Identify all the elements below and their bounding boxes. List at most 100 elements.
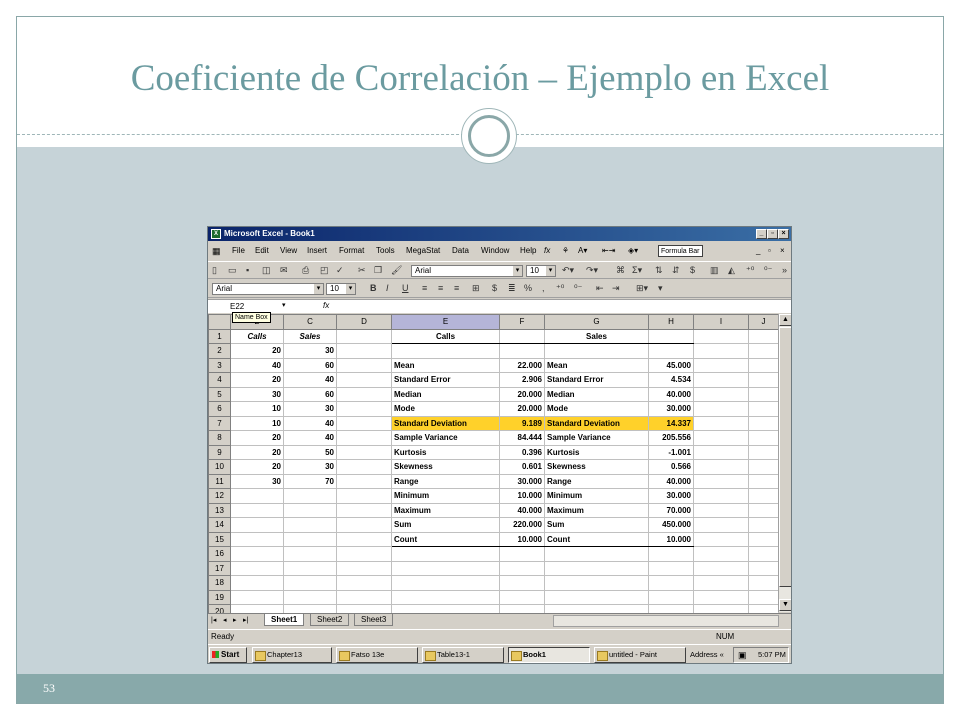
cell[interactable] (336, 386, 392, 402)
cell[interactable] (693, 401, 749, 417)
formula-bar-button[interactable]: Formula Bar (658, 245, 703, 257)
cell[interactable]: Standard Deviation (391, 415, 500, 431)
row-header[interactable]: 7 (208, 415, 231, 431)
cell[interactable] (693, 415, 749, 431)
cell[interactable] (283, 488, 337, 504)
name-box-dropdown-icon[interactable]: ▾ (282, 301, 286, 309)
cell[interactable] (336, 575, 392, 591)
task-book1[interactable]: Book1 (508, 647, 590, 663)
doc-minimize-icon[interactable]: _ (756, 243, 760, 259)
cell[interactable]: Sales (283, 328, 337, 344)
doc-restore-icon[interactable]: ▫ (768, 243, 771, 259)
cell[interactable]: 10 (230, 401, 284, 417)
function-icon[interactable]: fx (544, 243, 550, 259)
cell[interactable] (693, 444, 749, 460)
cell[interactable]: 10 (230, 415, 284, 431)
cell[interactable] (336, 343, 392, 359)
cell[interactable] (648, 589, 694, 605)
underline-icon[interactable]: U (402, 283, 409, 293)
cell[interactable] (693, 430, 749, 446)
cell[interactable]: 40 (283, 415, 337, 431)
open-icon[interactable]: ▭ (228, 265, 237, 276)
cell[interactable]: 9.189 (499, 415, 545, 431)
redo-icon[interactable]: ↷▾ (586, 265, 598, 276)
menu-edit[interactable]: Edit (255, 243, 269, 259)
row-header[interactable]: 9 (208, 444, 231, 460)
menu-view[interactable]: View (280, 243, 297, 259)
cell[interactable] (283, 502, 337, 518)
address-chevron[interactable]: « (720, 650, 724, 659)
cell[interactable] (230, 560, 284, 576)
print-icon[interactable]: ⎙ (302, 265, 309, 276)
cell[interactable]: Skewness (544, 459, 649, 475)
decrease-decimal-icon[interactable]: ⁰⁻ (764, 265, 772, 276)
cell[interactable] (283, 589, 337, 605)
task-table13-1[interactable]: Table13-1 (422, 647, 504, 663)
cell[interactable]: 40.000 (499, 502, 545, 518)
cell[interactable] (748, 531, 779, 547)
cell[interactable]: 40 (283, 372, 337, 388)
euro-icon[interactable]: ≣ (508, 283, 516, 294)
horizontal-scrollbar[interactable] (553, 615, 779, 627)
cell[interactable]: Kurtosis (544, 444, 649, 460)
borders-icon[interactable]: ⊞▾ (636, 283, 648, 294)
cell[interactable] (693, 488, 749, 504)
cell[interactable]: 40.000 (648, 386, 694, 402)
cell[interactable]: Skewness (391, 459, 500, 475)
cell[interactable]: 70 (283, 473, 337, 489)
cell[interactable] (748, 473, 779, 489)
cell[interactable] (544, 343, 649, 359)
autosum-icon[interactable]: Σ▾ (632, 265, 642, 276)
indent-icon[interactable]: ⇤⇥ (602, 243, 615, 259)
cell[interactable] (336, 589, 392, 605)
cell[interactable] (544, 560, 649, 576)
currency-style-icon[interactable]: $ (492, 283, 497, 293)
cell[interactable]: Minimum (544, 488, 649, 504)
row-header[interactable]: 10 (208, 459, 231, 475)
new-file-icon[interactable]: ▯ (212, 265, 217, 276)
sort-ascending-icon[interactable]: ⇅ (655, 265, 663, 276)
menu-format[interactable]: Format (339, 243, 364, 259)
bold-icon[interactable]: B (370, 283, 377, 293)
cell[interactable]: 20 (230, 343, 284, 359)
font-size-select-2[interactable]: 10 (326, 283, 356, 295)
cell[interactable]: 40 (283, 430, 337, 446)
cell[interactable] (499, 575, 545, 591)
cell[interactable] (336, 473, 392, 489)
cell[interactable]: Minimum (391, 488, 500, 504)
vertical-scroll-thumb[interactable] (779, 327, 791, 587)
cell[interactable] (230, 589, 284, 605)
cell[interactable]: Maximum (391, 502, 500, 518)
menu-megastat[interactable]: MegaStat (406, 243, 440, 259)
chart-wizard-icon[interactable]: ▥ (710, 265, 719, 276)
row-header[interactable]: 8 (208, 430, 231, 446)
cell[interactable]: Kurtosis (391, 444, 500, 460)
row-header[interactable]: 14 (208, 517, 231, 533)
format-painter-icon[interactable]: 🖌 (391, 265, 402, 276)
cell[interactable] (336, 459, 392, 475)
cell[interactable] (748, 560, 779, 576)
cell[interactable] (748, 589, 779, 605)
row-header[interactable]: 18 (208, 575, 231, 591)
chart-icon[interactable]: ⚘ (562, 243, 569, 259)
cell[interactable]: 4.534 (648, 372, 694, 388)
cell[interactable]: Standard Deviation (544, 415, 649, 431)
cell[interactable]: 30 (283, 343, 337, 359)
menu-tools[interactable]: Tools (376, 243, 395, 259)
cell[interactable] (336, 502, 392, 518)
cell[interactable]: Median (544, 386, 649, 402)
cell[interactable]: 30 (230, 386, 284, 402)
cell[interactable]: 10.000 (648, 531, 694, 547)
cell[interactable] (230, 488, 284, 504)
cell[interactable] (693, 589, 749, 605)
row-header[interactable]: 13 (208, 502, 231, 518)
cell[interactable] (748, 488, 779, 504)
decrease-indent-icon[interactable]: ⇤ (596, 283, 604, 294)
cell[interactable]: Median (391, 386, 500, 402)
increase-decimal-icon-2[interactable]: ⁺⁰ (556, 283, 564, 294)
cell[interactable]: 20 (230, 444, 284, 460)
row-header[interactable]: 4 (208, 372, 231, 388)
cell[interactable]: 20 (230, 430, 284, 446)
insert-function-button[interactable]: fx (323, 301, 329, 310)
cell[interactable]: Sample Variance (391, 430, 500, 446)
